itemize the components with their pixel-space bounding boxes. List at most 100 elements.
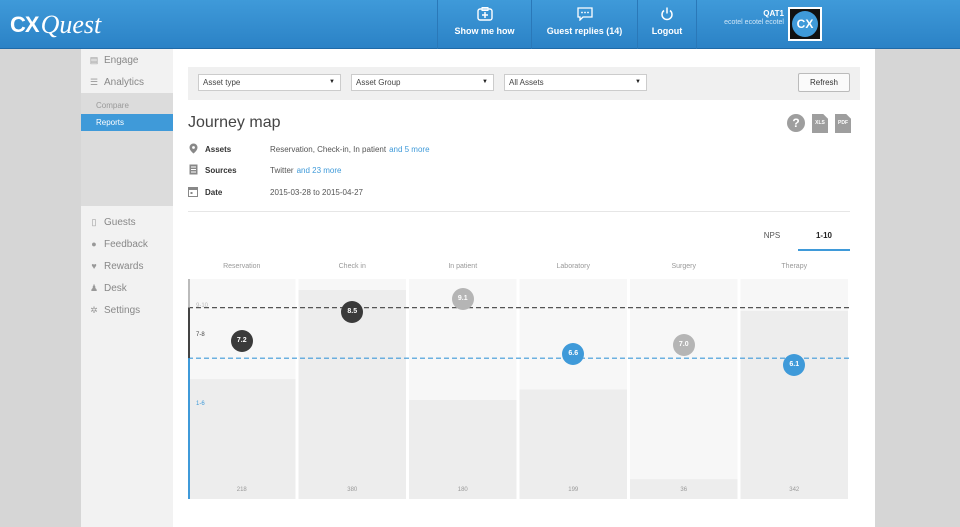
count-bar <box>740 310 848 499</box>
sidebar-item-engage[interactable]: ▤ Engage <box>81 49 173 71</box>
pdf-export-icon[interactable]: PDF <box>835 114 851 133</box>
asset-group-value: Asset Group <box>356 78 401 87</box>
logo-cx: CX <box>10 12 40 37</box>
sidebar-item-label: Engage <box>104 54 139 66</box>
sidebar-item-desk[interactable]: ♟ Desk <box>81 277 173 299</box>
column-header: Therapy <box>781 263 808 270</box>
sidebar-item-settings[interactable]: ✲ Settings <box>81 299 173 321</box>
rewards-icon: ♥ <box>91 261 97 271</box>
sidebar-item-label: Settings <box>104 304 141 316</box>
sources-value: Twitter <box>270 165 294 175</box>
main-panel: Asset type ▼ Asset Group ▼ All Assets ▼ … <box>173 49 875 527</box>
user-name: QAT1 <box>763 9 784 18</box>
caret-down-icon: ▼ <box>482 79 488 85</box>
column-header: Reservation <box>223 263 261 270</box>
meta-date: Date 2015-03-28 to 2015-04-27 <box>188 185 363 199</box>
column-header: Laboratory <box>556 263 590 270</box>
divider <box>188 211 850 212</box>
user-info[interactable]: QAT1 ecotel ecotel ecotel <box>700 9 784 26</box>
logout-label: Logout <box>651 26 683 36</box>
assets-value: Reservation, Check-in, In patient <box>270 144 387 154</box>
sidebar-item-label: Rewards <box>104 260 144 272</box>
chat-icon <box>576 7 593 22</box>
score-dot[interactable]: 7.0 <box>672 334 695 356</box>
caret-down-icon: ▼ <box>635 79 641 85</box>
count-bar <box>190 379 296 499</box>
count-label: 36 <box>680 487 688 493</box>
avatar-text: CX <box>792 11 818 37</box>
show-me-how-label: Show me how <box>454 26 515 36</box>
logo-quest: Quest <box>40 10 102 39</box>
meta-assets: Assets Reservation, Check-in, In patient… <box>188 142 430 156</box>
desk-icon: ♟ <box>89 282 99 293</box>
count-bar <box>409 400 517 499</box>
avatar[interactable]: CX <box>788 7 822 41</box>
sources-icon <box>188 164 198 177</box>
location-pin-icon <box>188 143 198 156</box>
count-bar <box>519 389 627 499</box>
page-title: Journey map <box>188 114 281 131</box>
analytics-submenu: Compare Reports <box>81 93 173 206</box>
power-icon <box>659 7 675 21</box>
date-label: Date <box>205 187 223 197</box>
score-dot[interactable]: 6.6 <box>562 342 585 365</box>
medkit-icon <box>476 7 493 21</box>
guest-replies-button[interactable]: Guest replies (14) <box>531 0 637 49</box>
user-company: ecotel ecotel ecotel <box>724 19 784 26</box>
asset-type-value: Asset type <box>203 78 241 87</box>
score-dot[interactable]: 7.2 <box>230 329 253 352</box>
column-header: Check in <box>338 263 366 270</box>
caret-down-icon: ▼ <box>329 79 335 85</box>
feedback-icon: ● <box>91 239 97 249</box>
count-label: 180 <box>457 487 468 493</box>
column-header: In patient <box>448 263 478 270</box>
sidebar-item-label: Feedback <box>104 238 148 250</box>
meta-sources: Sources Twitter and 23 more <box>188 163 341 177</box>
band-label: 1-6 <box>196 401 205 408</box>
score-dot[interactable]: 9.1 <box>451 287 474 310</box>
sidebar-item-guests[interactable]: ▯ Guests <box>81 211 173 233</box>
calendar-icon <box>188 186 198 199</box>
count-label: 199 <box>568 487 579 493</box>
sidebar-subitem-compare[interactable]: Compare <box>81 97 173 114</box>
score-tabs: NPS 1-10 <box>746 227 850 251</box>
sources-label: Sources <box>205 165 237 175</box>
assets-more-link[interactable]: and 5 more <box>389 145 429 154</box>
count-label: 342 <box>789 487 800 493</box>
score-dot[interactable]: 6.1 <box>783 353 806 376</box>
tab-1-10[interactable]: 1-10 <box>798 227 850 251</box>
help-icon[interactable]: ? <box>787 114 805 132</box>
all-assets-select[interactable]: All Assets ▼ <box>504 74 647 91</box>
journey-chart: Reservation 218 7.2 Check in 380 8.5 In patien… <box>188 261 851 501</box>
band-label: 9-10 <box>196 303 209 309</box>
assets-label: Assets <box>205 144 232 154</box>
guest-replies-label: Guest replies (14) <box>546 26 623 36</box>
asset-group-select[interactable]: Asset Group ▼ <box>351 74 494 91</box>
show-me-how-button[interactable]: Show me how <box>437 0 531 49</box>
filter-bar: Asset type ▼ Asset Group ▼ All Assets ▼ … <box>188 67 860 100</box>
asset-type-select[interactable]: Asset type ▼ <box>198 74 341 91</box>
count-label: 218 <box>236 487 247 493</box>
settings-icon: ✲ <box>90 304 98 315</box>
guests-icon: ▯ <box>91 216 97 227</box>
sidebar-item-label: Guests <box>104 216 136 228</box>
journey-chart-svg <box>188 279 851 499</box>
sources-more-link[interactable]: and 23 more <box>297 166 342 175</box>
column-header: Surgery <box>671 263 696 270</box>
cxquest-logo[interactable]: CX Quest <box>10 9 101 41</box>
sidebar-item-feedback[interactable]: ● Feedback <box>81 233 173 255</box>
column-background <box>630 279 738 499</box>
sidebar: ▤ Engage ☰ Analytics Compare Reports ▯ G… <box>81 49 173 527</box>
sidebar-item-analytics[interactable]: ☰ Analytics <box>81 71 173 93</box>
report-tools: ? XLS PDF <box>787 114 851 133</box>
top-bar: CX Quest Show me how Guest replies (14) … <box>0 0 960 49</box>
sidebar-subitem-reports[interactable]: Reports <box>81 114 173 131</box>
sidebar-item-label: Analytics <box>104 76 145 88</box>
tab-nps[interactable]: NPS <box>746 227 798 251</box>
count-label: 380 <box>347 487 358 493</box>
sidebar-item-rewards[interactable]: ♥ Rewards <box>81 255 173 277</box>
refresh-button[interactable]: Refresh <box>798 73 850 92</box>
logout-button[interactable]: Logout <box>637 0 697 49</box>
all-assets-value: All Assets <box>509 78 544 87</box>
xls-export-icon[interactable]: XLS <box>812 114 828 133</box>
